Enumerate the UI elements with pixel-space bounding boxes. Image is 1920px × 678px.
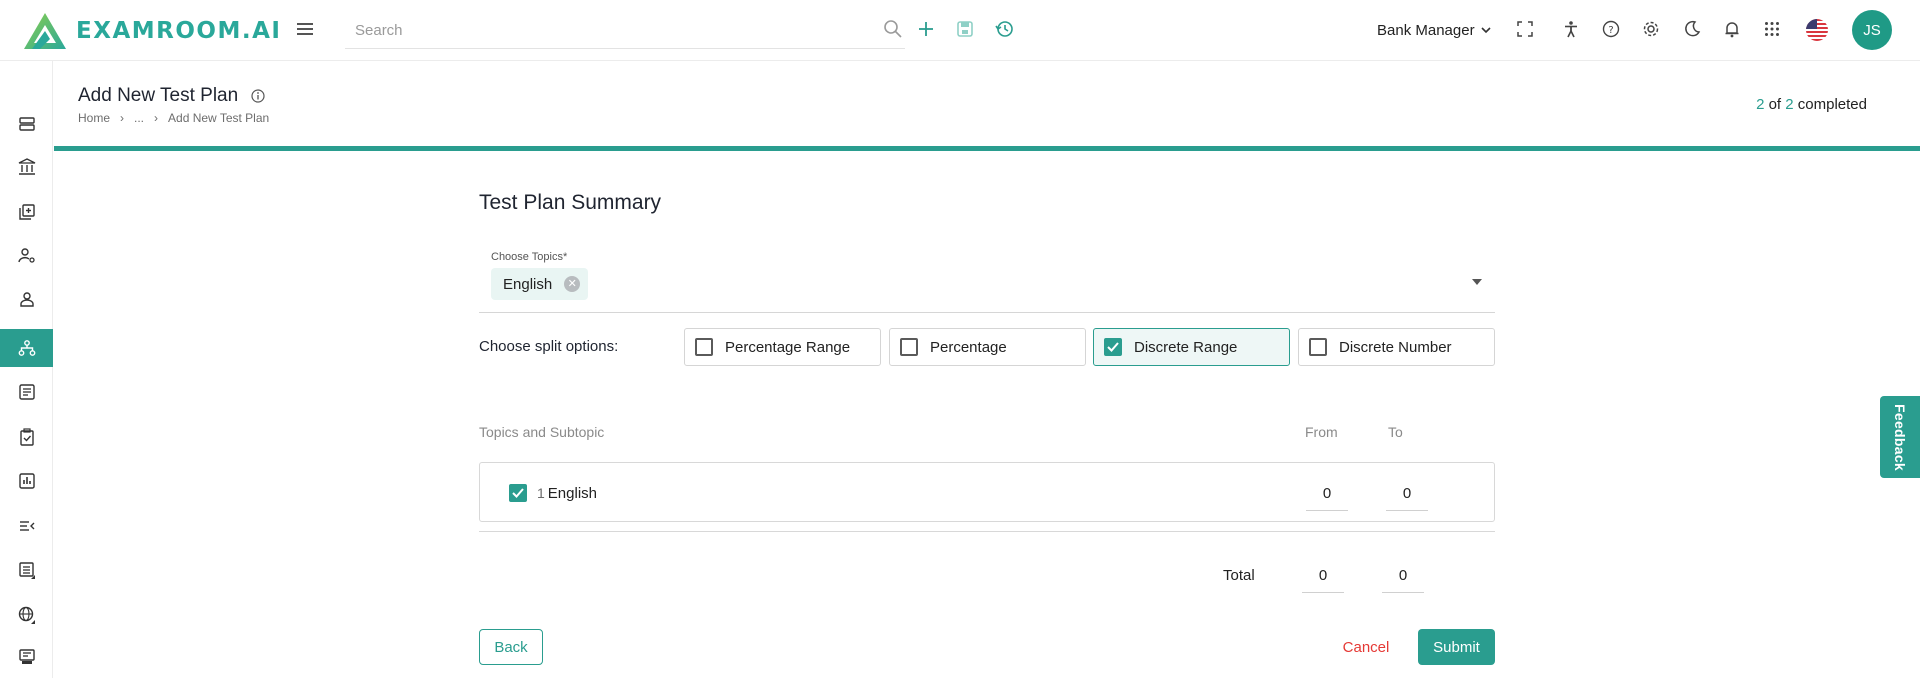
logo-icon <box>24 13 66 49</box>
progress-total: 2 <box>1785 96 1794 113</box>
submit-button[interactable]: Submit <box>1418 629 1495 665</box>
column-header-topic: Topics and Subtopic <box>479 424 605 440</box>
sidebar <box>0 61 53 678</box>
menu-collapse-icon[interactable] <box>0 507 53 545</box>
topic-chip: English ✕ <box>491 268 589 300</box>
accessibility-icon[interactable] <box>1560 18 1582 40</box>
add-library-icon[interactable] <box>0 193 53 231</box>
logo[interactable]: EXAMROOM.AI <box>22 10 281 52</box>
brand-name: EXAMROOM.AI <box>76 18 282 44</box>
section-title: Test Plan Summary <box>479 191 662 214</box>
column-header-from: From <box>1305 424 1338 440</box>
row-topic-name: English <box>547 485 597 502</box>
option-label: Percentage Range <box>725 338 851 356</box>
certificate-icon[interactable] <box>0 638 53 676</box>
breadcrumb-current: Add New Test Plan <box>168 111 270 125</box>
topics-label: Choose Topics* <box>491 251 568 263</box>
option-label: Discrete Range <box>1134 338 1238 356</box>
to-input[interactable] <box>1386 477 1428 511</box>
breadcrumb-ellipsis[interactable]: ... <box>134 111 144 125</box>
row-index: 1 <box>537 485 545 501</box>
checkbox-icon <box>695 338 713 356</box>
role-select[interactable]: Bank Manager <box>1377 19 1491 41</box>
divider <box>479 531 1495 532</box>
option-label: Percentage <box>930 338 1007 356</box>
row-topic: 1 English <box>537 485 597 502</box>
settings-icon[interactable] <box>1640 18 1662 40</box>
checklist-icon[interactable] <box>0 373 53 411</box>
page-header: Add New Test Plan Home › ... › Add New T… <box>54 61 1920 149</box>
plus-icon[interactable] <box>915 18 937 40</box>
role-label: Bank Manager <box>1377 21 1475 39</box>
page-title: Add New Test Plan <box>78 85 239 106</box>
progress-bar <box>54 146 1920 151</box>
checkbox-icon <box>1309 338 1327 356</box>
topics-select[interactable]: Choose Topics* English ✕ <box>479 243 1495 313</box>
table-row: 1 English <box>479 462 1495 522</box>
checkbox-icon <box>900 338 918 356</box>
help-icon[interactable]: ? <box>1600 18 1622 40</box>
clipboard-check-icon[interactable] <box>0 418 53 456</box>
globe-settings-icon[interactable] <box>0 596 53 634</box>
us-flag-icon[interactable] <box>1806 19 1828 41</box>
servers-icon[interactable] <box>0 105 53 143</box>
search-bar <box>345 13 905 49</box>
option-percentage-range[interactable]: Percentage Range <box>684 328 881 366</box>
fullscreen-icon[interactable] <box>1514 18 1536 40</box>
breadcrumb-separator: › <box>120 111 125 125</box>
from-input[interactable] <box>1306 477 1348 511</box>
bank-icon[interactable] <box>0 148 53 186</box>
progress-status: 2 of 2 completed <box>1756 96 1867 113</box>
split-options-label: Choose split options: <box>479 338 619 355</box>
save-icon[interactable] <box>954 18 976 40</box>
total-label: Total <box>1223 567 1255 584</box>
row-checkbox[interactable] <box>509 484 527 502</box>
svg-text:?: ? <box>1608 25 1613 36</box>
menu-icon[interactable] <box>294 18 316 40</box>
progress-fill <box>54 146 1920 151</box>
option-discrete-range[interactable]: Discrete Range <box>1093 328 1290 366</box>
progress-of: of <box>1768 96 1782 113</box>
option-label: Discrete Number <box>1339 338 1452 356</box>
user-icon[interactable] <box>0 281 53 319</box>
back-button[interactable]: Back <box>479 629 543 665</box>
breadcrumb: Home › ... › Add New Test Plan <box>78 111 269 125</box>
table-header: Topics and Subtopic From To <box>479 424 1495 444</box>
total-to-value <box>1382 559 1424 593</box>
search-input[interactable] <box>355 13 875 47</box>
caret-down-icon[interactable] <box>1471 273 1483 291</box>
progress-suffix: completed <box>1797 96 1867 113</box>
option-percentage[interactable]: Percentage <box>889 328 1086 366</box>
checkbox-checked-icon <box>1104 338 1122 356</box>
total-from-value <box>1302 559 1344 593</box>
breadcrumb-home[interactable]: Home <box>78 111 110 125</box>
chevron-down-icon <box>1480 27 1491 34</box>
feedback-label: Feedback <box>1892 404 1908 471</box>
cancel-button[interactable]: Cancel <box>1333 629 1399 665</box>
list-icon[interactable] <box>0 551 53 589</box>
topic-chip-label: English <box>503 275 553 293</box>
hierarchy-icon[interactable] <box>0 329 53 367</box>
dark-mode-icon[interactable] <box>1681 18 1703 40</box>
top-bar: EXAMROOM.AI Bank Manager ? <box>0 0 1920 61</box>
bar-chart-icon[interactable] <box>0 462 53 500</box>
info-icon[interactable] <box>251 89 265 108</box>
feedback-tab[interactable]: Feedback <box>1880 396 1920 478</box>
search-icon[interactable] <box>882 18 904 40</box>
user-settings-icon[interactable] <box>0 237 53 275</box>
notification-bell-icon[interactable] <box>1721 18 1743 40</box>
breadcrumb-separator: › <box>154 111 159 125</box>
progress-current: 2 <box>1756 96 1765 113</box>
close-icon[interactable]: ✕ <box>564 276 581 292</box>
column-header-to: To <box>1388 424 1403 440</box>
avatar[interactable]: JS <box>1852 10 1892 50</box>
option-discrete-number[interactable]: Discrete Number <box>1298 328 1495 366</box>
apps-grid-icon[interactable] <box>1761 18 1783 40</box>
history-icon[interactable] <box>994 18 1016 40</box>
